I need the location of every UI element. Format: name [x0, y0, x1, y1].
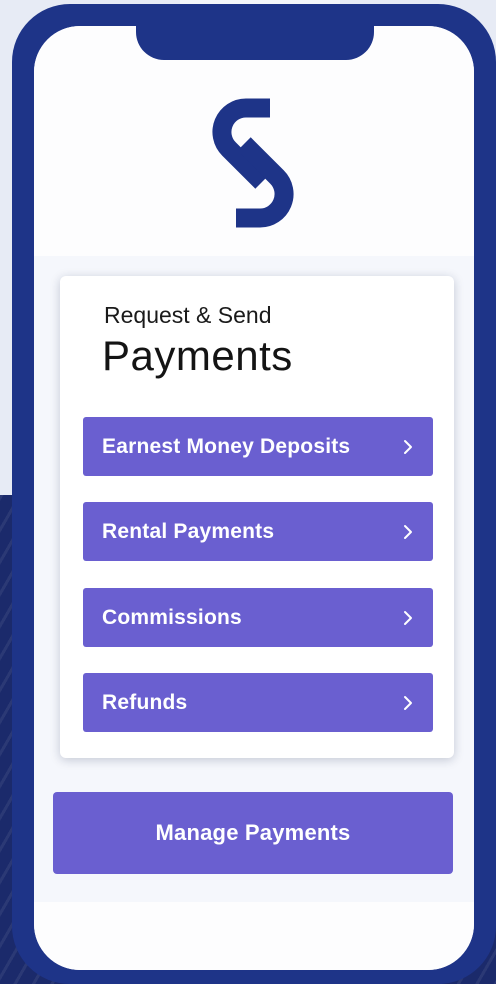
footer-area — [34, 902, 474, 970]
earnest-money-deposits-button[interactable]: Earnest Money Deposits — [83, 417, 433, 476]
refunds-button[interactable]: Refunds — [83, 673, 433, 732]
manage-payments-button[interactable]: Manage Payments — [53, 792, 453, 874]
chevron-right-icon — [404, 610, 412, 625]
phone-notch — [136, 26, 374, 60]
commissions-button[interactable]: Commissions — [83, 588, 433, 647]
phone-frame: Request & Send Payments Earnest Money De… — [12, 4, 496, 984]
card-title: Payments — [102, 332, 293, 379]
card-subtitle: Request & Send — [104, 302, 272, 328]
menu-item-label: Refunds — [102, 690, 188, 714]
chevron-right-icon — [404, 439, 412, 454]
chevron-right-icon — [404, 695, 412, 710]
phone-screen: Request & Send Payments Earnest Money De… — [34, 26, 474, 970]
chevron-right-icon — [404, 524, 412, 539]
payments-card: Request & Send Payments Earnest Money De… — [60, 276, 454, 758]
menu-item-label: Commissions — [102, 605, 242, 629]
menu-item-label: Earnest Money Deposits — [102, 434, 351, 458]
rental-payments-button[interactable]: Rental Payments — [83, 502, 433, 561]
menu-item-label: Rental Payments — [102, 519, 275, 543]
s-link-logo-icon — [212, 98, 294, 228]
